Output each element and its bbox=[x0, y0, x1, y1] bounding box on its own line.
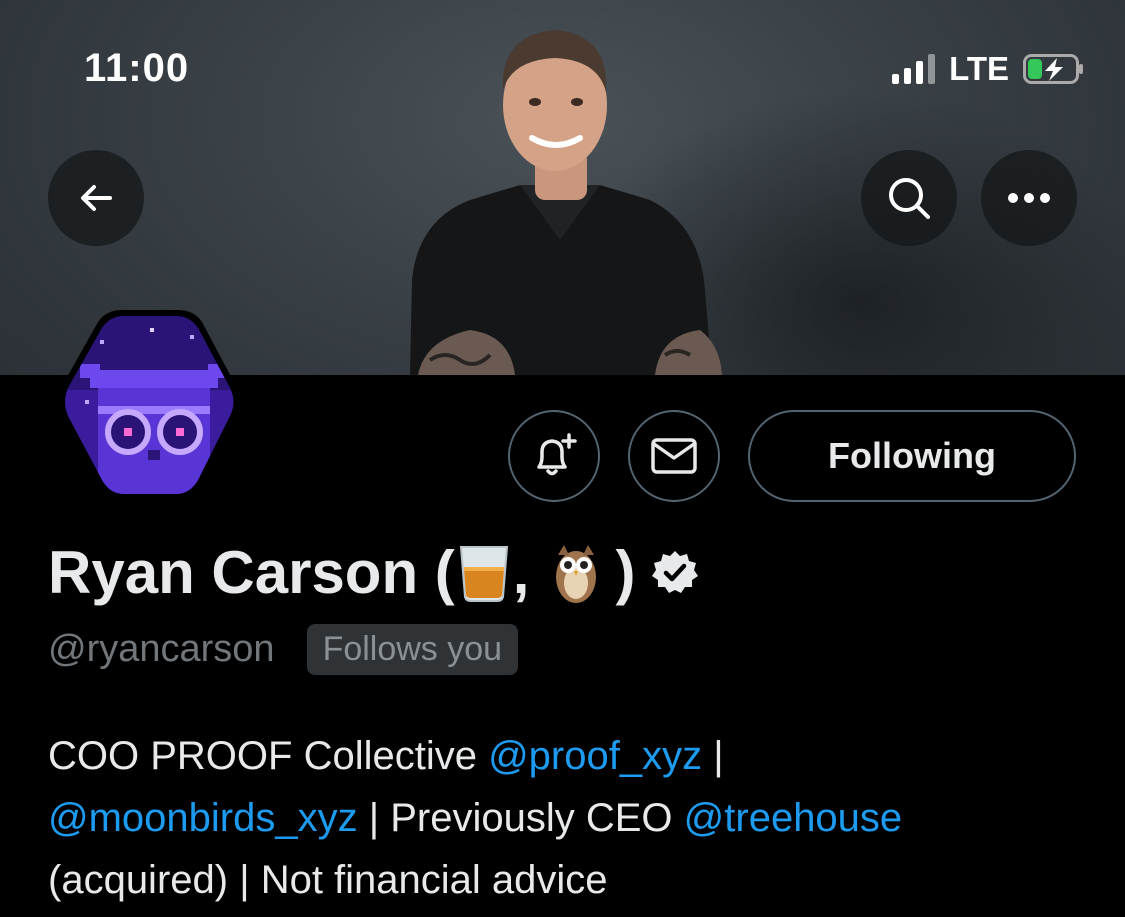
signal-icon bbox=[892, 54, 936, 84]
bio-text: | bbox=[702, 734, 724, 778]
envelope-icon bbox=[651, 438, 697, 474]
more-button[interactable] bbox=[981, 150, 1077, 246]
display-name-separator: , bbox=[512, 539, 530, 606]
display-name-prefix: Ryan Carson ( bbox=[48, 539, 455, 606]
notifications-button[interactable] bbox=[508, 410, 600, 502]
bio-text: COO PROOF Collective bbox=[48, 734, 489, 778]
owl-emoji bbox=[556, 544, 597, 603]
follows-you-badge: Follows you bbox=[306, 624, 519, 675]
search-icon bbox=[889, 178, 930, 219]
whisky-glass-emoji bbox=[459, 545, 508, 602]
bio-line-1: COO PROOF Collective @proof_xyz | bbox=[48, 725, 1088, 787]
profile-handle: @ryancarson bbox=[48, 628, 275, 670]
battery-icon bbox=[1023, 54, 1083, 84]
profile-name: Ryan Carson ( , ) bbox=[48, 538, 699, 607]
status-time: 11:00 bbox=[84, 46, 190, 90]
handle-row: @ryancarson Follows you bbox=[48, 624, 519, 675]
bio-line-2: @moonbirds_xyz | Previously CEO @treehou… bbox=[48, 787, 1088, 849]
bio-line-3: (acquired) | Not financial advice bbox=[48, 858, 608, 902]
arrow-left-icon bbox=[81, 185, 112, 211]
mention-link-moonbirds[interactable]: @moonbirds_xyz bbox=[48, 796, 358, 840]
status-indicators: LTE bbox=[892, 50, 1085, 88]
network-label: LTE bbox=[949, 50, 1009, 87]
bio-text: | Previously CEO bbox=[357, 796, 684, 840]
mention-link-proof[interactable]: @proof_xyz bbox=[488, 734, 702, 778]
bell-plus-icon bbox=[537, 433, 577, 476]
message-button[interactable] bbox=[628, 410, 720, 502]
mention-link-treehouse[interactable]: @treehouse bbox=[684, 796, 903, 840]
more-horizontal-icon bbox=[1008, 193, 1050, 203]
back-button[interactable] bbox=[48, 150, 144, 246]
search-button[interactable] bbox=[861, 150, 957, 246]
verified-badge-icon bbox=[652, 550, 699, 593]
following-button[interactable]: Following bbox=[748, 410, 1076, 502]
avatar[interactable] bbox=[40, 310, 250, 505]
profile-bio: COO PROOF Collective @proof_xyz | @moonb… bbox=[48, 725, 1088, 911]
display-name-suffix: ) bbox=[615, 539, 636, 606]
